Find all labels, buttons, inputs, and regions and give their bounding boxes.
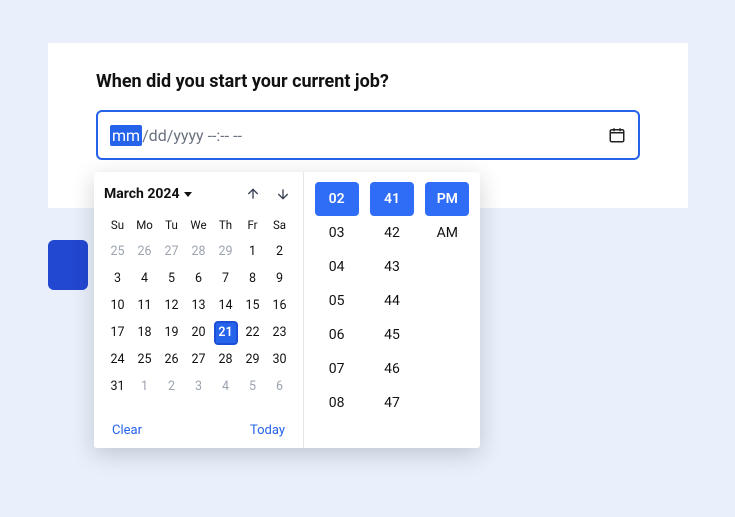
day-cell[interactable]: 6 (185, 265, 212, 292)
minute-option[interactable]: 41 (370, 182, 414, 216)
next-month-button[interactable] (273, 184, 293, 204)
month-selector[interactable]: March 2024 (104, 186, 192, 202)
calendar-icon[interactable] (608, 126, 626, 144)
question-label: When did you start your current job? (96, 71, 640, 92)
weekday-row: SuMoTuWeThFrSa (104, 214, 293, 238)
day-cell[interactable]: 25 (104, 238, 131, 265)
day-cell[interactable]: 18 (131, 319, 158, 346)
day-cell[interactable]: 24 (104, 346, 131, 373)
weekday-label: Mo (131, 214, 158, 238)
day-cell[interactable]: 1 (131, 373, 158, 400)
day-cell[interactable]: 27 (158, 238, 185, 265)
day-cell[interactable]: 3 (104, 265, 131, 292)
weekday-label: Th (212, 214, 239, 238)
day-cell[interactable]: 7 (212, 265, 239, 292)
day-cell[interactable]: 25 (131, 346, 158, 373)
hours-column: 02030405060708 (312, 182, 361, 438)
day-cell[interactable]: 16 (266, 292, 293, 319)
day-cell[interactable]: 10 (104, 292, 131, 319)
minute-option[interactable]: 45 (370, 318, 414, 352)
day-cell[interactable]: 4 (212, 373, 239, 400)
weekday-label: Fr (239, 214, 266, 238)
day-cell[interactable]: 28 (212, 346, 239, 373)
weekday-label: Tu (158, 214, 185, 238)
day-cell[interactable]: 15 (239, 292, 266, 319)
days-grid: 2526272829123456789101112131415161718192… (104, 238, 293, 400)
ampm-option[interactable]: PM (425, 182, 469, 216)
day-cell[interactable]: 5 (239, 373, 266, 400)
hour-option[interactable]: 05 (315, 284, 359, 318)
day-cell[interactable]: 2 (266, 238, 293, 265)
day-cell[interactable]: 13 (185, 292, 212, 319)
minute-option[interactable]: 47 (370, 386, 414, 420)
minute-option[interactable]: 42 (370, 216, 414, 250)
weekday-label: Su (104, 214, 131, 238)
day-cell[interactable]: 8 (239, 265, 266, 292)
day-cell[interactable]: 14 (212, 292, 239, 319)
day-cell[interactable]: 23 (266, 319, 293, 346)
day-cell[interactable]: 27 (185, 346, 212, 373)
hour-option[interactable]: 02 (315, 182, 359, 216)
day-cell[interactable]: 31 (104, 373, 131, 400)
day-cell[interactable]: 11 (131, 292, 158, 319)
segment-month[interactable]: mm (110, 125, 142, 146)
day-cell[interactable]: 3 (185, 373, 212, 400)
calendar-panel: March 2024 SuMoTuWeThFrSa 25262728291234… (94, 172, 304, 448)
hour-option[interactable]: 08 (315, 386, 359, 420)
day-cell[interactable]: 29 (239, 346, 266, 373)
month-label: March 2024 (104, 186, 180, 202)
datetime-placeholder: mm/dd/yyyy --:-- -- (110, 125, 242, 146)
ampm-column: PMAM (423, 182, 472, 438)
datetime-picker-popover: March 2024 SuMoTuWeThFrSa 25262728291234… (94, 172, 480, 448)
minute-option[interactable]: 46 (370, 352, 414, 386)
day-cell[interactable]: 20 (185, 319, 212, 346)
hour-option[interactable]: 04 (315, 250, 359, 284)
datetime-input[interactable]: mm/dd/yyyy --:-- -- (96, 110, 640, 160)
day-cell[interactable]: 22 (239, 319, 266, 346)
prev-month-button[interactable] (243, 184, 263, 204)
day-cell[interactable]: 29 (212, 238, 239, 265)
minutes-column: 41424344454647 (367, 182, 416, 438)
month-nav (243, 184, 293, 204)
weekday-label: We (185, 214, 212, 238)
calendar-header: March 2024 (104, 184, 293, 204)
day-cell[interactable]: 28 (185, 238, 212, 265)
hour-option[interactable]: 03 (315, 216, 359, 250)
submit-button[interactable] (48, 240, 88, 290)
day-cell[interactable]: 9 (266, 265, 293, 292)
chevron-down-icon (184, 192, 192, 197)
clear-button[interactable]: Clear (112, 423, 142, 438)
ampm-option[interactable]: AM (425, 216, 469, 250)
time-panel: 02030405060708 41424344454647 PMAM (304, 172, 480, 448)
minute-option[interactable]: 43 (370, 250, 414, 284)
calendar-footer: Clear Today (104, 417, 293, 440)
day-cell[interactable]: 5 (158, 265, 185, 292)
day-cell[interactable]: 26 (131, 238, 158, 265)
today-button[interactable]: Today (250, 423, 285, 438)
day-cell[interactable]: 6 (266, 373, 293, 400)
hour-option[interactable]: 06 (315, 318, 359, 352)
day-cell[interactable]: 12 (158, 292, 185, 319)
day-cell[interactable]: 26 (158, 346, 185, 373)
day-cell[interactable]: 17 (104, 319, 131, 346)
segment-rest: /dd/yyyy --:-- -- (142, 126, 242, 145)
day-cell[interactable]: 4 (131, 265, 158, 292)
hour-option[interactable]: 07 (315, 352, 359, 386)
day-cell[interactable]: 1 (239, 238, 266, 265)
minute-option[interactable]: 44 (370, 284, 414, 318)
weekday-label: Sa (266, 214, 293, 238)
day-cell[interactable]: 2 (158, 373, 185, 400)
day-cell[interactable]: 19 (158, 319, 185, 346)
day-cell[interactable]: 21 (212, 319, 239, 346)
day-cell[interactable]: 30 (266, 346, 293, 373)
